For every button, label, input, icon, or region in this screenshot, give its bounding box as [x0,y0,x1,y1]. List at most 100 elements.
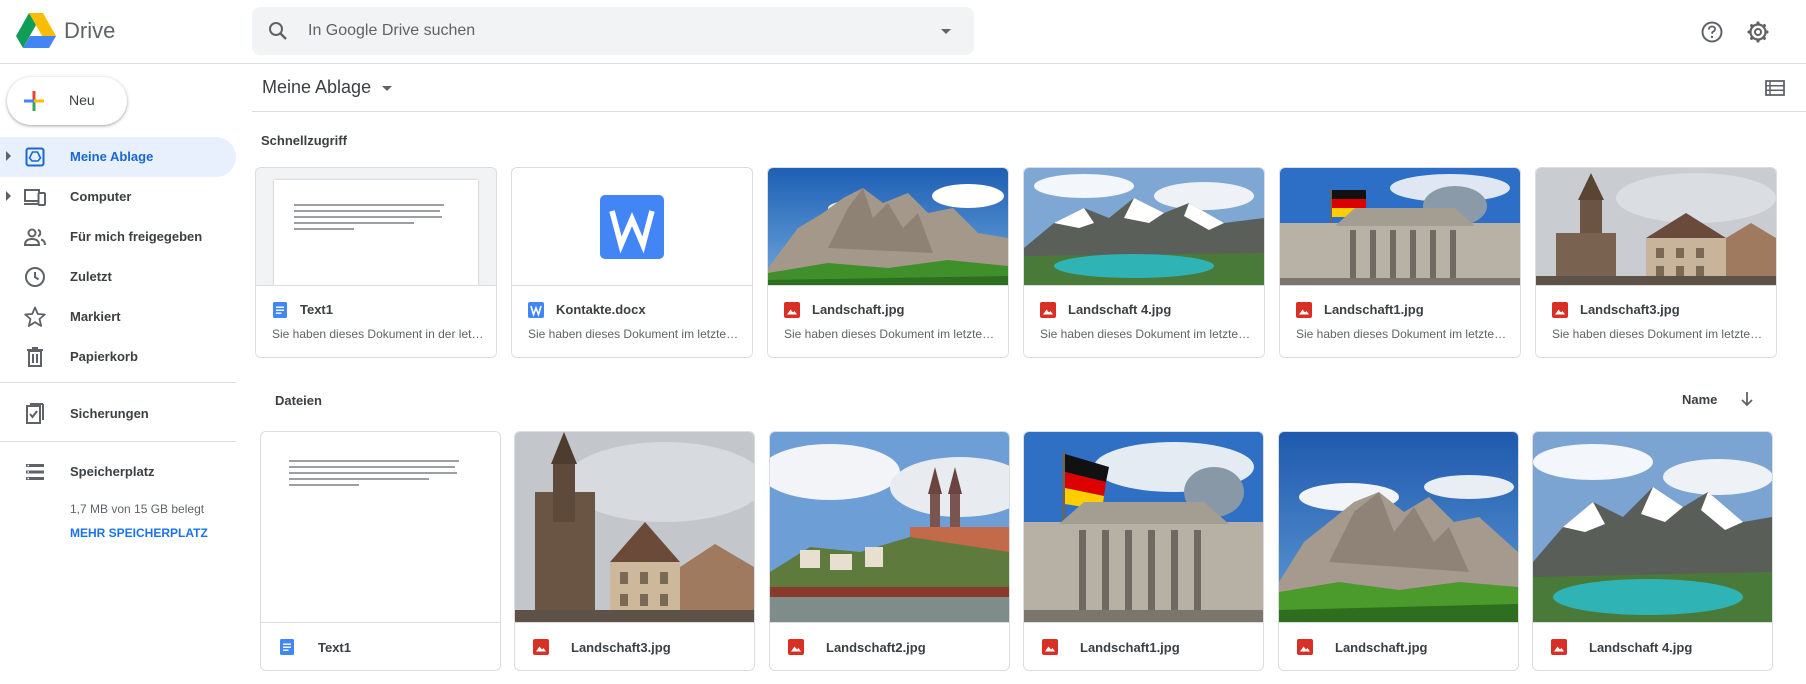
quick-access-card[interactable]: Landschaft.jpg Sie haben dieses Dokument… [767,167,1009,358]
sidebar-item-label: Speicherplatz [70,464,155,479]
search-icon[interactable] [266,19,290,43]
image-thumbnail [1024,432,1263,623]
storage-icon [26,464,44,480]
church-town-image [515,432,754,622]
document-page-preview [274,180,478,285]
my-drive-icon [25,147,45,167]
file-card[interactable]: Landschaft.jpg [1278,431,1519,671]
quick-access-card[interactable]: Kontakte.docx Sie haben dieses Dokument … [511,167,753,358]
quick-access-card[interactable]: Landschaft3.jpg Sie haben dieses Dokumen… [1535,167,1777,358]
drive-logo-icon[interactable] [16,13,56,49]
new-button[interactable]: Neu [7,77,127,125]
file-description: Sie haben dieses Dokument im letzten Mon… [1552,327,1764,341]
header: Drive [0,0,1806,64]
computer-icon [24,189,46,206]
image-file-icon [788,639,804,655]
sidebar-item-computer[interactable]: Computer [0,177,236,217]
file-name: Landschaft.jpg [812,302,905,317]
settings-gear-icon[interactable] [1742,16,1774,48]
document-thumbnail [261,432,500,623]
sidebar-item-storage[interactable]: Speicherplatz [0,452,236,492]
image-thumbnail [1279,432,1518,623]
sidebar-item-label: Papierkorb [70,349,138,364]
file-description: Sie haben dieses Dokument im letzten Mon… [1296,327,1508,341]
image-thumbnail [768,168,1008,286]
file-name: Kontakte.docx [556,302,646,317]
mountain-landscape-image [1279,432,1518,622]
alpine-lake-image [1024,168,1264,285]
document-thumbnail [256,168,496,286]
shared-icon [23,228,46,246]
files-heading: Dateien [275,393,322,408]
sidebar-item-backups[interactable]: Sicherungen [0,394,236,434]
castle-river-image [770,432,1009,622]
buy-storage-link[interactable]: MEHR SPEICHERPLATZ [70,526,208,540]
search-bar[interactable] [252,7,974,55]
file-description: Sie haben dieses Dokument im letzten Mon… [528,327,740,341]
help-icon[interactable] [1696,16,1728,48]
file-description: Sie haben dieses Dokument in der letzten… [272,327,484,341]
image-file-icon [1297,639,1313,655]
sidebar-item-label: Sicherungen [70,406,149,421]
file-card[interactable]: Landschaft2.jpg [769,431,1010,671]
image-file-icon [1551,639,1567,655]
sidebar-item-label: Computer [70,189,132,204]
church-town-image [1536,168,1776,285]
document-page-preview [261,432,500,622]
file-name: Landschaft1.jpg [1080,640,1180,655]
sort-by-name-button[interactable]: Name [1682,392,1717,407]
expand-arrow-icon[interactable] [6,191,11,201]
file-name: Landschaft2.jpg [826,640,926,655]
image-thumbnail [1024,168,1264,286]
sidebar-divider [0,441,236,442]
mountain-landscape-image [768,168,1008,285]
image-thumbnail [1533,432,1772,623]
sidebar-item-recent[interactable]: Zuletzt [0,257,236,297]
file-card[interactable]: Landschaft 4.jpg [1532,431,1773,671]
sidebar-item-trash[interactable]: Papierkorb [0,337,236,377]
new-button-label: Neu [69,92,95,108]
quick-access-card[interactable]: Landschaft1.jpg Sie haben dieses Dokumen… [1279,167,1521,358]
search-options-icon[interactable] [934,19,958,43]
image-file-icon [1552,302,1568,318]
file-name: Text1 [318,640,351,655]
file-name: Landschaft3.jpg [571,640,671,655]
sort-direction-arrow-icon[interactable] [1738,390,1756,408]
sidebar-item-label: Zuletzt [70,269,112,284]
list-view-icon[interactable] [1764,78,1786,98]
sidebar-item-my-drive[interactable]: Meine Ablage [0,137,236,177]
image-file-icon [1296,302,1312,318]
sidebar-item-label: Markiert [70,309,121,324]
quick-access-card[interactable]: Text1 Sie haben dieses Dokument in der l… [255,167,497,358]
image-thumbnail [770,432,1009,623]
file-card[interactable]: Landschaft1.jpg [1023,431,1264,671]
file-name: Landschaft 4.jpg [1589,640,1693,655]
google-doc-icon [273,302,287,318]
file-name: Landschaft 4.jpg [1068,302,1172,317]
file-description: Sie haben dieses Dokument im letzten Mon… [1040,327,1252,341]
sidebar-item-shared[interactable]: Für mich freigegeben [0,217,236,257]
sidebar-item-label: Für mich freigegeben [70,229,203,244]
brand-name: Drive [64,18,116,43]
trash-icon [27,347,43,367]
image-file-icon [784,302,800,318]
file-name: Text1 [300,302,333,317]
google-doc-icon [280,639,294,655]
file-card[interactable]: Text1 [260,431,501,671]
file-card[interactable]: Landschaft3.jpg [514,431,755,671]
search-input[interactable] [308,7,868,55]
quick-access-card[interactable]: Landschaft 4.jpg Sie haben dieses Dokume… [1023,167,1265,358]
word-document-icon [600,195,664,259]
file-name: Landschaft.jpg [1335,640,1428,655]
page-title[interactable]: Meine Ablage [262,77,371,98]
sidebar-item-starred[interactable]: Markiert [0,297,236,337]
word-thumbnail [512,168,752,286]
title-dropdown-icon[interactable] [382,86,392,91]
expand-arrow-icon[interactable] [6,151,11,161]
image-file-icon [1040,302,1056,318]
sidebar-item-label: Meine Ablage [70,149,154,164]
backup-icon [26,403,44,424]
reichstag-image [1280,168,1520,285]
clock-icon [25,267,45,287]
quick-access-heading: Schnellzugriff [261,133,347,148]
